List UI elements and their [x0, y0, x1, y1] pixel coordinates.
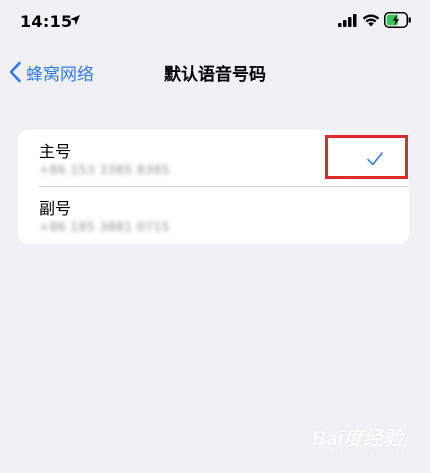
watermark-logo: Bai度经验 [312, 428, 404, 450]
battery-charging-icon [384, 12, 411, 28]
row-phone-number: +86 185 3881 0715 [39, 220, 170, 234]
wifi-icon [362, 14, 380, 27]
watermark: Bai度经验 jingyan.baidu.com [312, 422, 422, 466]
watermark-url: jingyan.baidu.com [320, 449, 413, 460]
row-title: 主号 [39, 142, 72, 161]
location-arrow-icon [70, 15, 80, 25]
row-phone-number: +86 153 3385 8385 [39, 163, 170, 177]
navigation-bar: 蜂窝网络 默认语音号码 [0, 50, 430, 94]
cellular-signal-icon [338, 14, 357, 27]
status-bar: 14:15 [0, 0, 430, 46]
list-item-secondary[interactable]: 副号 +86 185 3881 0715 [18, 187, 409, 244]
page-title: 默认语音号码 [164, 65, 266, 85]
status-time: 14:15 [20, 12, 73, 31]
row-title: 副号 [39, 199, 72, 218]
highlight-annotation-box [325, 135, 408, 179]
